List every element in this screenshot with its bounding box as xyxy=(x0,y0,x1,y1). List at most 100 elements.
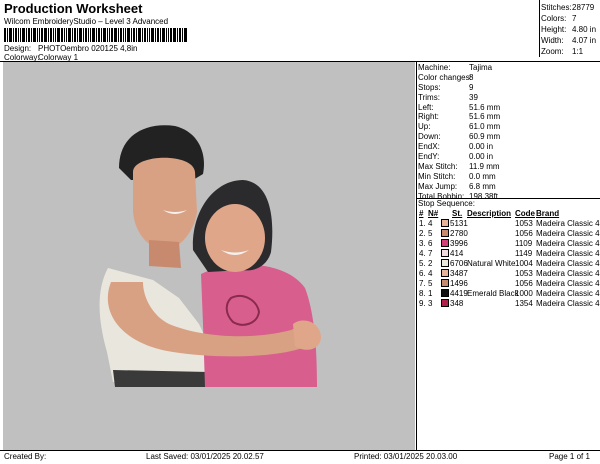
sequence-row: 2. 5 2780 1056 Madeira Classic 40 xyxy=(418,229,600,239)
needle-number: 6 xyxy=(428,239,433,248)
info-stops: Stops: 9 xyxy=(418,82,474,92)
info-down: Down: 60.9 mm xyxy=(418,132,501,142)
needle-number: 4 xyxy=(428,269,433,278)
stitch-count: 3487 xyxy=(450,269,468,278)
sequence-number: 2. xyxy=(419,229,426,238)
col-code: Code xyxy=(515,209,535,218)
stitch-count: 3996 xyxy=(450,239,468,248)
thread-code: 1053 xyxy=(515,219,533,228)
stat-stitches: Stitches:28779 xyxy=(541,3,595,12)
col-needle: N# xyxy=(428,209,439,218)
needle-number: 7 xyxy=(428,249,433,258)
info-left: Left: 51.6 mm xyxy=(418,102,501,112)
sequence-number: 8. xyxy=(419,289,426,298)
thread-brand: Madeira Classic 40 xyxy=(536,249,600,258)
thread-color-swatch xyxy=(441,239,449,247)
info-color-changes: Color changes:8 xyxy=(418,72,474,82)
machine-info-panel: Machine: Tajima Color changes:8 Stops: 9 T… xyxy=(418,63,500,201)
thread-code: 1056 xyxy=(515,229,533,238)
col-stitches: St. xyxy=(452,209,463,218)
info-min-stitch: Min Stitch: 0.0 mm xyxy=(418,171,496,181)
thread-code: 1109 xyxy=(515,239,533,248)
top-stats-panel: Stitches:28779 Colors: 7 Height: 4.80 in W… xyxy=(541,2,596,57)
thread-color-swatch xyxy=(441,299,449,307)
stitch-count: 2780 xyxy=(450,229,468,238)
stat-zoom: Zoom: 1:1 xyxy=(541,47,584,56)
info-endx: EndX: 0.00 in xyxy=(418,142,494,152)
stat-colors: Colors: 7 xyxy=(541,14,577,23)
col-num: # xyxy=(419,209,424,218)
sequence-number: 1. xyxy=(419,219,426,228)
thread-brand: Madeira Classic 40 xyxy=(536,289,600,298)
sequence-row: 7. 5 1496 1056 Madeira Classic 40 xyxy=(418,279,600,289)
panel-divider xyxy=(416,61,417,451)
thread-color-swatch xyxy=(441,269,449,277)
sequence-number: 6. xyxy=(419,269,426,278)
stitch-count: 1496 xyxy=(450,279,468,288)
sequence-number: 7. xyxy=(419,279,426,288)
col-brand: Brand xyxy=(536,209,560,218)
col-description: Description xyxy=(467,209,512,218)
barcode xyxy=(4,28,187,42)
thread-code: 1000 xyxy=(515,289,533,298)
embroidery-design-image xyxy=(99,125,321,387)
needle-number: 3 xyxy=(428,299,433,308)
thread-code: 1149 xyxy=(515,249,533,258)
needle-number: 5 xyxy=(428,229,433,238)
sequence-row: 1. 4 5131 1053 Madeira Classic 40 xyxy=(418,219,600,229)
stitch-count: 414 xyxy=(450,249,464,258)
thread-code: 1004 xyxy=(515,259,533,268)
thread-color-swatch xyxy=(441,289,449,297)
thread-brand: Madeira Classic 40 xyxy=(536,269,600,278)
thread-brand: Madeira Classic 40 xyxy=(536,219,600,228)
thread-code: 1053 xyxy=(515,269,533,278)
info-max-jump: Max Jump: 6.8 mm xyxy=(418,181,496,191)
thread-description: Emerald Black xyxy=(467,289,519,298)
stitch-count: 4419 xyxy=(450,289,468,298)
design-value: PHOTOembro 020125 4,8in xyxy=(38,44,138,53)
stop-sequence-title: Stop Sequence: xyxy=(418,199,475,208)
thread-brand: Madeira Classic 40 xyxy=(536,229,600,238)
info-max-stitch: Max Stitch: 11.9 mm xyxy=(418,161,500,171)
stitch-count: 348 xyxy=(450,299,464,308)
info-endy: EndY: 0.00 in xyxy=(418,152,494,162)
software-subtitle: Wilcom EmbroideryStudio – Level 3 Advanc… xyxy=(4,17,169,26)
needle-number: 2 xyxy=(428,259,433,268)
info-trims: Trims: 39 xyxy=(418,92,478,102)
needle-number: 5 xyxy=(428,279,433,288)
sequence-row: 8. 1 4419 Emerald Black 1000 Madeira Classic … xyxy=(418,289,600,299)
needle-number: 4 xyxy=(428,219,433,228)
page-title: Production Worksheet xyxy=(4,1,143,16)
thread-color-swatch xyxy=(441,249,449,257)
stat-width: Width: 4.07 in xyxy=(541,36,597,45)
sequence-row: 9. 3 348 1354 Madeira Classic 40 xyxy=(418,299,600,309)
thread-code: 1056 xyxy=(515,279,533,288)
design-preview-canvas[interactable] xyxy=(3,62,415,450)
stats-divider xyxy=(539,0,540,57)
stitch-count: 5131 xyxy=(450,219,468,228)
created-by: Created By: xyxy=(4,452,47,461)
sequence-number: 4. xyxy=(419,249,426,258)
thread-color-swatch xyxy=(441,279,449,287)
thread-brand: Madeira Classic 40 xyxy=(536,259,600,268)
thread-color-swatch xyxy=(441,229,449,237)
sequence-row: 5. 2 6706 Natural White 1004 Madeira Classic … xyxy=(418,259,600,269)
page-number: Page 1 of 1 xyxy=(549,452,590,461)
sequence-number: 9. xyxy=(419,299,426,308)
stitch-count: 6706 xyxy=(450,259,468,268)
thread-brand: Madeira Classic 40 xyxy=(536,239,600,248)
design-row: Design: PHOTOembro 020125 4,8in xyxy=(4,44,137,53)
info-right: Right: 51.6 mm xyxy=(418,112,501,122)
design-label: Design: xyxy=(4,44,32,53)
info-up: Up: 61.0 mm xyxy=(418,122,501,132)
info-machine: Machine: Tajima xyxy=(418,63,493,72)
last-saved: Last Saved: 03/01/2025 20.02.57 xyxy=(146,452,264,461)
thread-color-swatch xyxy=(441,259,449,267)
thread-code: 1354 xyxy=(515,299,533,308)
thread-description: Natural White xyxy=(467,259,516,268)
thread-color-swatch xyxy=(441,219,449,227)
thread-brand: Madeira Classic 40 xyxy=(536,279,600,288)
sequence-row: 6. 4 3487 1053 Madeira Classic 40 xyxy=(418,269,600,279)
sequence-number: 5. xyxy=(419,259,426,268)
thread-brand: Madeira Classic 40 xyxy=(536,299,600,308)
